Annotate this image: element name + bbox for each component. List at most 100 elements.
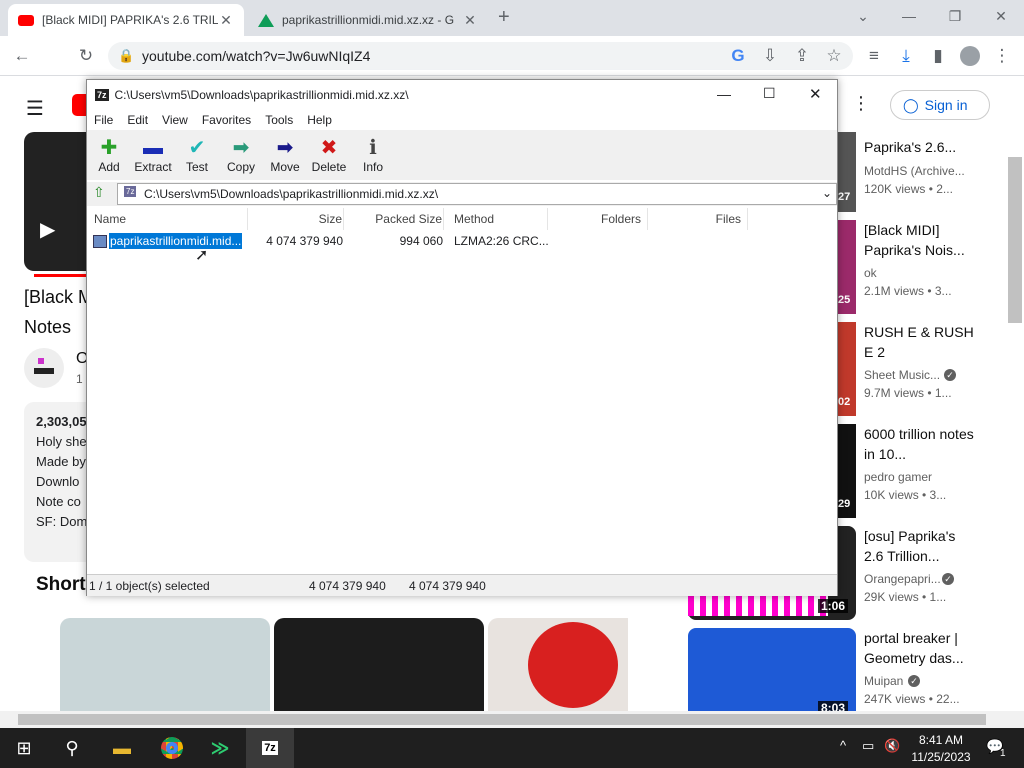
recommendation-thumbnail[interactable] xyxy=(688,628,856,711)
play-icon[interactable]: ▶ xyxy=(40,217,55,242)
menu-file[interactable]: File xyxy=(87,113,120,127)
maximize-icon[interactable]: ☐ xyxy=(763,85,776,102)
up-folder-icon[interactable]: ⇧ xyxy=(93,184,105,201)
minimize-icon[interactable]: — xyxy=(886,0,932,32)
description-box[interactable]: 2,303,05 Holy she Made by Downlo Note co… xyxy=(24,402,90,562)
mouse-cursor-icon: ➚ xyxy=(195,247,209,264)
side-panel-icon[interactable]: ▮ xyxy=(926,44,950,68)
youtube-icon xyxy=(18,14,34,26)
recommendation-title[interactable]: [Black MIDI] Paprika's Nois... xyxy=(864,220,974,260)
url-text[interactable]: youtube.com/watch?v=Jw6uwNIqIZ4 xyxy=(142,48,370,64)
column-method[interactable]: Method xyxy=(454,208,548,230)
verified-icon: ✓ xyxy=(944,369,956,381)
recommendation-channel[interactable]: ok xyxy=(864,266,974,280)
tool-label: Delete xyxy=(311,160,347,174)
recommendation-channel[interactable]: pedro gamer xyxy=(864,470,974,484)
recommendation-title[interactable]: portal breaker | Geometry das... xyxy=(864,628,974,668)
file-explorer-icon[interactable]: ▬ xyxy=(98,728,146,768)
video-title-line2: Notes xyxy=(24,317,72,337)
copy-button[interactable]: ➡ Copy xyxy=(219,130,263,180)
reload-icon[interactable]: ↻ xyxy=(74,44,98,68)
duration-badge: 8:03 xyxy=(818,701,849,711)
restore-icon[interactable]: ❐ xyxy=(932,0,978,32)
test-button[interactable]: ✔ Test xyxy=(175,130,219,180)
menu-edit[interactable]: Edit xyxy=(120,113,155,127)
menu-dots-icon[interactable]: ⋮ xyxy=(990,44,1014,68)
clock-time[interactable]: 8:41 AM xyxy=(916,733,966,747)
recommendation-title[interactable]: [osu] Paprika's 2.6 Trillion... xyxy=(864,526,974,566)
short-thumbnail[interactable] xyxy=(488,618,628,711)
sevenzip-window: 7z C:\Users\vm5\Downloads\paprikastrilli… xyxy=(86,79,838,596)
sevenzip-title-bar[interactable]: 7z C:\Users\vm5\Downloads\paprikastrilli… xyxy=(87,80,837,110)
close-window-icon[interactable]: ✕ xyxy=(978,0,1024,32)
video-player[interactable]: ▶ xyxy=(24,132,88,277)
column-size[interactable]: Size xyxy=(248,208,344,230)
description-views: 2,303,05 xyxy=(36,414,87,429)
recommendation-title[interactable]: Paprika's 2.6... xyxy=(864,137,974,157)
horizontal-scrollbar-thumb[interactable] xyxy=(18,714,986,725)
file-name-cell[interactable]: paprikastrillionmidi.mid... xyxy=(93,230,248,252)
column-files[interactable]: Files xyxy=(648,208,748,230)
close-tab-icon[interactable]: ✕ xyxy=(218,12,234,29)
menu-favorites[interactable]: Favorites xyxy=(195,113,258,127)
recommendation-channel[interactable]: Orangepapri... xyxy=(864,572,974,586)
install-icon[interactable]: ⇩ xyxy=(758,44,782,68)
file-icon xyxy=(93,234,107,248)
column-folders[interactable]: Folders xyxy=(548,208,648,230)
file-list-header: Name Size Packed Size Method Folders Fil… xyxy=(87,208,837,230)
delete-button[interactable]: ✖ Delete xyxy=(307,130,351,180)
recommendation-title[interactable]: RUSH E & RUSH E 2 xyxy=(864,322,974,362)
system-tray-chevron-icon[interactable]: ^ xyxy=(840,738,846,753)
menu-view[interactable]: View xyxy=(155,113,195,127)
windows-start-icon[interactable]: ⊞ xyxy=(0,728,48,768)
lock-icon[interactable]: 🔒 xyxy=(118,48,134,64)
dropdown-chevron-icon[interactable]: ⌄ xyxy=(822,186,832,200)
tab-drive[interactable]: paprikastrillionmidi.mid.xz.xz - G ✕ xyxy=(248,4,488,36)
progress-bar[interactable] xyxy=(34,274,88,277)
delete-x-icon: ✖ xyxy=(320,137,338,159)
close-tab-icon[interactable]: ✕ xyxy=(462,12,478,29)
vertical-scrollbar-thumb[interactable] xyxy=(1008,157,1022,323)
short-thumbnail[interactable] xyxy=(60,618,270,711)
channel-avatar[interactable] xyxy=(24,348,64,388)
recommendation-title[interactable]: 6000 trillion notes in 10... xyxy=(864,424,974,464)
chrome-icon[interactable] xyxy=(148,728,196,768)
sevenzip-taskbar-icon[interactable]: 7z xyxy=(246,728,294,768)
sign-in-button[interactable]: ◯ Sign in xyxy=(890,90,990,120)
minimize-icon[interactable]: — xyxy=(717,86,731,102)
extract-button[interactable]: ▬ Extract xyxy=(131,130,175,180)
horizontal-scrollbar[interactable] xyxy=(0,711,1024,728)
bookmark-star-icon[interactable]: ☆ xyxy=(822,44,846,68)
info-button[interactable]: ℹ Info xyxy=(351,130,395,180)
menu-tools[interactable]: Tools xyxy=(258,113,300,127)
tab-youtube[interactable]: [Black MIDI] PAPRIKA's 2.6 TRILLI ✕ xyxy=(8,4,244,36)
move-button[interactable]: ➡ Move xyxy=(263,130,307,180)
back-icon[interactable]: ← xyxy=(10,44,34,68)
tool-label: Move xyxy=(270,160,300,174)
clock-date[interactable]: 11/25/2023 xyxy=(906,750,976,764)
short-thumbnail[interactable] xyxy=(274,618,484,711)
google-icon[interactable]: G xyxy=(726,44,750,68)
recommendation-channel[interactable]: Sheet Music... xyxy=(864,368,974,382)
new-tab-icon[interactable]: + xyxy=(498,6,510,29)
close-icon[interactable]: ✕ xyxy=(809,85,822,103)
file-method: LZMA2:26 CRC... xyxy=(454,234,549,248)
media-control-icon[interactable]: ≡ xyxy=(862,44,886,68)
recommendation-channel[interactable]: MotdHS (Archive... xyxy=(864,164,974,178)
hamburger-icon[interactable]: ☰ xyxy=(26,96,44,121)
share-icon[interactable]: ⇪ xyxy=(790,44,814,68)
more-options-icon[interactable]: ⋮ xyxy=(852,93,870,114)
volume-muted-icon[interactable]: 🔇 xyxy=(884,738,900,754)
profile-icon[interactable] xyxy=(960,46,980,66)
tab-search-icon[interactable]: ⌄ xyxy=(840,0,886,32)
terminal-app-icon[interactable]: ≫ xyxy=(196,728,244,768)
column-name[interactable]: Name xyxy=(93,208,248,230)
search-icon[interactable]: ⚲ xyxy=(48,728,96,768)
info-icon: ℹ xyxy=(369,137,377,159)
menu-help[interactable]: Help xyxy=(300,113,339,127)
address-field[interactable]: 7z C:\Users\vm5\Downloads\paprikastrilli… xyxy=(117,183,837,205)
column-packed-size[interactable]: Packed Size xyxy=(344,208,444,230)
downloads-icon[interactable]: ⤓ xyxy=(894,44,918,68)
network-icon[interactable]: ▭ xyxy=(862,738,874,754)
add-button[interactable]: ✚ Add xyxy=(87,130,131,180)
